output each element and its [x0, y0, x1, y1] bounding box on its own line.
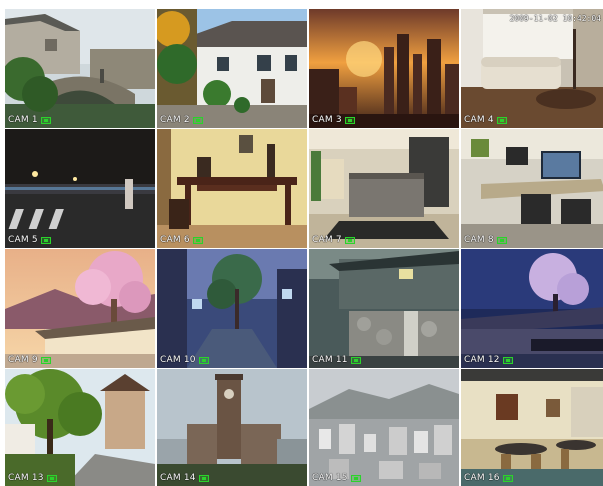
camera-tile-3[interactable]: CAM 3: [309, 9, 459, 128]
camera-label-8: CAM 8: [464, 235, 507, 245]
record-icon: [192, 236, 203, 244]
camera-tile-8[interactable]: CAM 8: [461, 129, 603, 248]
record-icon: [40, 236, 51, 244]
camera-feed-3: [309, 9, 459, 128]
camera-label-15: CAM 15: [312, 473, 361, 483]
camera-tile-6[interactable]: CAM 6: [157, 129, 307, 248]
camera-tile-4[interactable]: 2009-11-02 10:42:04 CAM 4: [461, 9, 603, 128]
record-icon: [198, 356, 209, 364]
camera-name: CAM 6: [160, 235, 190, 245]
camera-feed-11: [309, 249, 459, 368]
camera-label-3: CAM 3: [312, 115, 355, 125]
camera-feed-8: [461, 129, 603, 248]
camera-name: CAM 11: [312, 355, 348, 365]
camera-label-12: CAM 12: [464, 355, 513, 365]
record-icon: [496, 236, 507, 244]
camera-tile-14[interactable]: CAM 14: [157, 369, 307, 486]
camera-feed-9: [5, 249, 155, 368]
camera-feed-15: [309, 369, 459, 486]
camera-feed-16: [461, 369, 603, 486]
camera-tile-12[interactable]: CAM 12: [461, 249, 603, 368]
camera-name: CAM 2: [160, 115, 190, 125]
camera-name: CAM 12: [464, 355, 500, 365]
camera-feed-7: [309, 129, 459, 248]
record-icon: [46, 474, 57, 482]
camera-feed-14: [157, 369, 307, 486]
camera-name: CAM 5: [8, 235, 38, 245]
camera-feed-2: [157, 9, 307, 128]
camera-tile-2[interactable]: CAM 2: [157, 9, 307, 128]
camera-feed-5: [5, 129, 155, 248]
camera-label-7: CAM 7: [312, 235, 355, 245]
camera-label-6: CAM 6: [160, 235, 203, 245]
record-icon: [350, 356, 361, 364]
camera-label-10: CAM 10: [160, 355, 209, 365]
camera-label-5: CAM 5: [8, 235, 51, 245]
camera-feed-13: [5, 369, 155, 486]
timestamp-overlay: 2009-11-02 10:42:04: [509, 14, 601, 23]
camera-name: CAM 15: [312, 473, 348, 483]
camera-name: CAM 13: [8, 473, 44, 483]
camera-label-11: CAM 11: [312, 355, 361, 365]
camera-label-1: CAM 1: [8, 115, 51, 125]
camera-tile-9[interactable]: CAM 9: [5, 249, 155, 368]
record-icon: [350, 474, 361, 482]
record-icon: [496, 116, 507, 124]
camera-feed-4: [461, 9, 603, 128]
camera-feed-12: [461, 249, 603, 368]
camera-tile-5[interactable]: CAM 5: [5, 129, 155, 248]
camera-tile-11[interactable]: CAM 11: [309, 249, 459, 368]
camera-name: CAM 10: [160, 355, 196, 365]
record-icon: [344, 116, 355, 124]
camera-name: CAM 1: [8, 115, 38, 125]
record-icon: [198, 474, 209, 482]
camera-grid: CAM 1 CAM 2 CAM 3 2009-11-02 10:42:04 CA…: [5, 9, 603, 486]
camera-feed-6: [157, 129, 307, 248]
camera-tile-7[interactable]: CAM 7: [309, 129, 459, 248]
camera-feed-1: [5, 9, 155, 128]
record-icon: [502, 474, 513, 482]
record-icon: [40, 116, 51, 124]
camera-name: CAM 3: [312, 115, 342, 125]
camera-name: CAM 7: [312, 235, 342, 245]
camera-label-2: CAM 2: [160, 115, 203, 125]
camera-tile-10[interactable]: CAM 10: [157, 249, 307, 368]
camera-label-16: CAM 16: [464, 473, 513, 483]
camera-tile-16[interactable]: CAM 16: [461, 369, 603, 486]
camera-name: CAM 16: [464, 473, 500, 483]
camera-name: CAM 8: [464, 235, 494, 245]
record-icon: [192, 116, 203, 124]
camera-name: CAM 14: [160, 473, 196, 483]
camera-label-4: CAM 4: [464, 115, 507, 125]
camera-feed-10: [157, 249, 307, 368]
camera-name: CAM 4: [464, 115, 494, 125]
camera-tile-1[interactable]: CAM 1: [5, 9, 155, 128]
camera-label-14: CAM 14: [160, 473, 209, 483]
record-icon: [40, 356, 51, 364]
camera-tile-13[interactable]: CAM 13: [5, 369, 155, 486]
record-icon: [344, 236, 355, 244]
camera-label-9: CAM 9: [8, 355, 51, 365]
camera-tile-15[interactable]: CAM 15: [309, 369, 459, 486]
camera-label-13: CAM 13: [8, 473, 57, 483]
camera-name: CAM 9: [8, 355, 38, 365]
record-icon: [502, 356, 513, 364]
